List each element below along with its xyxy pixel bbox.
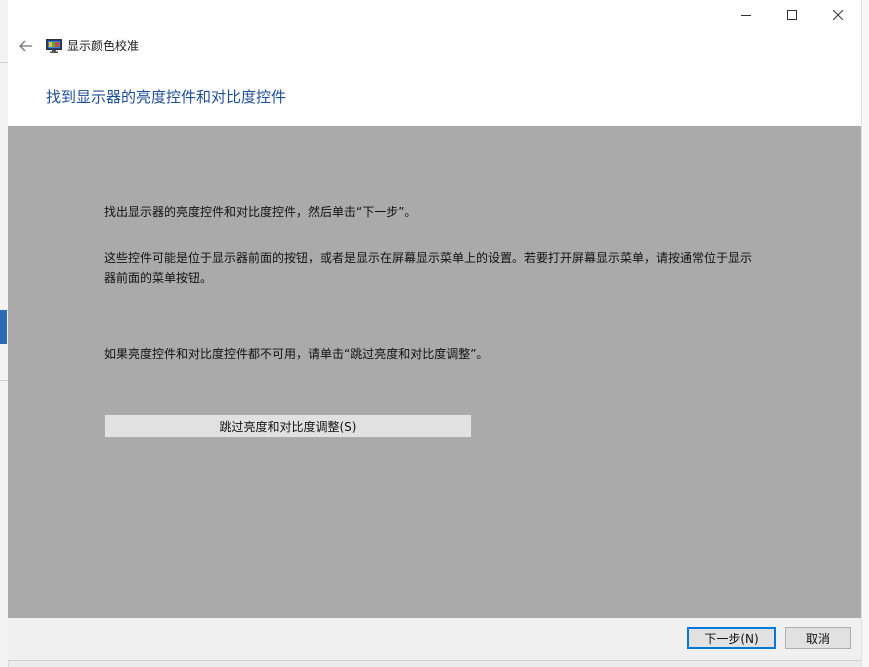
instruction-paragraph-3: 如果亮度控件和对比度控件都不可用，请单击“跳过亮度和对比度调整”。: [104, 347, 489, 361]
minimize-icon: [741, 15, 751, 16]
content-area: 找出显示器的亮度控件和对比度控件，然后单击“下一步”。 这些控件可能是位于显示器…: [8, 126, 861, 618]
page-heading: 找到显示器的亮度控件和对比度控件: [46, 88, 287, 106]
close-button[interactable]: [815, 0, 861, 30]
instruction-paragraph-1: 找出显示器的亮度控件和对比度控件，然后单击“下一步”。: [104, 205, 417, 219]
skip-brightness-contrast-button[interactable]: 跳过亮度和对比度调整(S): [104, 414, 472, 438]
divider: [0, 380, 8, 381]
maximize-icon: [787, 10, 797, 20]
maximize-button[interactable]: [769, 0, 815, 30]
window-title: 显示颜色校准: [67, 39, 140, 53]
divider: [0, 62, 8, 63]
background-window-edge-right: [861, 0, 869, 667]
caption-controls: [723, 0, 861, 30]
background-window-selection: [0, 310, 7, 344]
navigation-bar: 显示颜色校准: [8, 34, 139, 58]
monitor-icon: [46, 39, 62, 53]
close-icon: [833, 10, 843, 20]
minimize-button[interactable]: [723, 0, 769, 30]
back-arrow-icon: [19, 40, 32, 52]
instruction-paragraph-2: 这些控件可能是位于显示器前面的按钮，或者是显示在屏幕显示菜单上的设置。若要打开屏…: [104, 251, 753, 285]
footer-bar: 下一步(N) 取消: [8, 618, 861, 660]
cancel-button[interactable]: 取消: [785, 627, 851, 649]
color-calibration-window: 显示颜色校准 找到显示器的亮度控件和对比度控件 找出显示器的亮度控件和对比度控件…: [8, 0, 861, 660]
screen: 显示颜色校准 找到显示器的亮度控件和对比度控件 找出显示器的亮度控件和对比度控件…: [0, 0, 869, 667]
back-button[interactable]: [12, 34, 40, 58]
next-button[interactable]: 下一步(N): [687, 627, 776, 649]
